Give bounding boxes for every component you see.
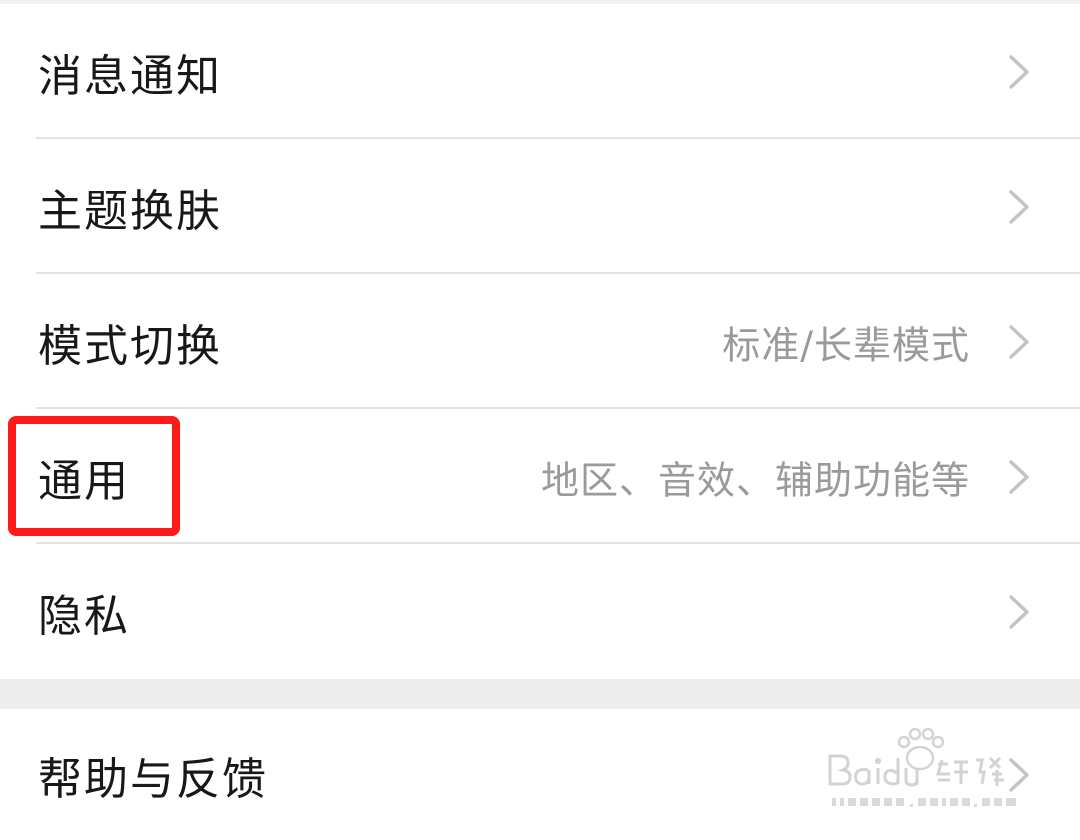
- chevron-right-icon: [1009, 54, 1029, 89]
- chevron-right-icon: [1009, 324, 1029, 359]
- setting-row-mode-switch[interactable]: 模式切换 标准/长辈模式: [0, 274, 1080, 409]
- setting-row-help-feedback[interactable]: 帮助与反馈: [0, 709, 1080, 840]
- setting-label: 通用: [38, 455, 130, 507]
- setting-label: 消息通知: [38, 50, 222, 102]
- section-gap: [0, 679, 1080, 709]
- chevron-right-icon: [1009, 459, 1029, 494]
- setting-label: 主题换肤: [38, 185, 222, 237]
- setting-value: 地区、音效、辅助功能等: [540, 458, 970, 502]
- chevron-right-icon: [1009, 757, 1029, 792]
- setting-label: 隐私: [38, 590, 130, 642]
- chevron-right-icon: [1009, 594, 1029, 629]
- settings-group-main: 消息通知 主题换肤 模式切换 标准/长辈模式 通用 地区、音效、辅助功能等 隐私: [0, 4, 1080, 679]
- setting-label: 模式切换: [38, 320, 222, 372]
- setting-row-privacy[interactable]: 隐私: [0, 544, 1080, 679]
- setting-row-notifications[interactable]: 消息通知: [0, 4, 1080, 139]
- setting-value: 标准/长辈模式: [722, 323, 970, 367]
- settings-group-help: 帮助与反馈: [0, 709, 1080, 840]
- setting-label: 帮助与反馈: [38, 753, 268, 805]
- setting-row-general[interactable]: 通用 地区、音效、辅助功能等: [0, 409, 1080, 544]
- chevron-right-icon: [1009, 189, 1029, 224]
- setting-row-theme[interactable]: 主题换肤: [0, 139, 1080, 274]
